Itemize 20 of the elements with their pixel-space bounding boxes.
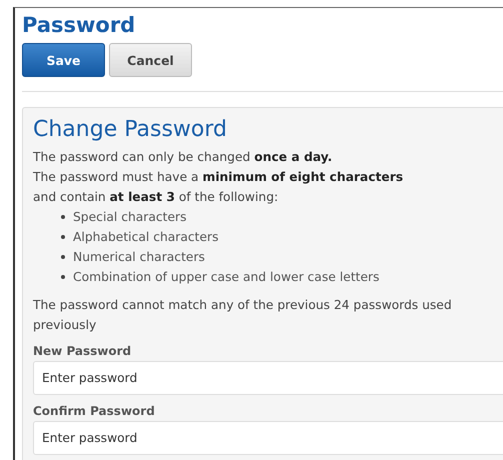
requirement-text: Alphabetical characters xyxy=(73,230,218,244)
bullet-icon xyxy=(61,275,65,279)
password-field[interactable]: Enter password xyxy=(33,421,503,455)
save-button[interactable]: Save xyxy=(22,43,105,77)
requirement-text: Combination of upper case and lower case letters xyxy=(73,270,380,284)
cancel-button[interactable]: Cancel xyxy=(109,43,192,77)
field-label: New Password xyxy=(33,344,132,358)
bullet-icon xyxy=(61,235,65,239)
rule-text: and contain at least 3 of the following: xyxy=(33,189,280,206)
field-label: Confirm Password xyxy=(33,404,156,418)
page-title: Password xyxy=(22,12,136,38)
note-text: The password cannot match any of the previous 24 passwords used previously xyxy=(33,297,453,334)
bullet-icon xyxy=(61,215,65,219)
bullet-icon xyxy=(61,255,65,259)
requirement-text: Numerical characters xyxy=(73,250,205,264)
password-field[interactable]: Enter password xyxy=(33,361,503,395)
panel-title: Change Password xyxy=(33,116,228,144)
rule-text: The password can only be changed once a day. xyxy=(33,149,334,166)
requirement-text: Special characters xyxy=(73,210,187,224)
rule-text: The password must have a minimum of eight characters xyxy=(33,169,404,186)
